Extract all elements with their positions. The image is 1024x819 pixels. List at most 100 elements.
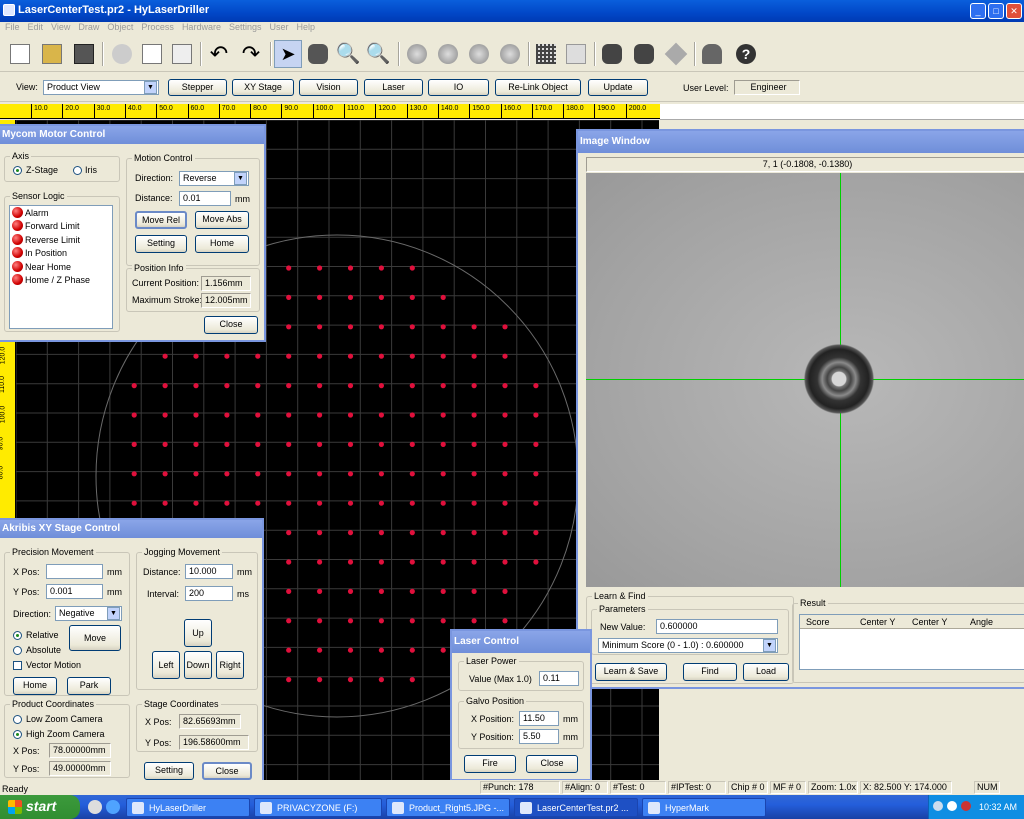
- task-product-image[interactable]: Product_Right5.JPG -...: [386, 798, 510, 817]
- jog-right-button[interactable]: Right: [216, 651, 244, 679]
- menu-object[interactable]: Object: [107, 22, 133, 32]
- hexagon-tool-icon[interactable]: [304, 40, 332, 68]
- menu-user[interactable]: User: [269, 22, 288, 32]
- jog-down-button[interactable]: Down: [184, 651, 212, 679]
- jog-interval-input[interactable]: 200: [185, 586, 233, 601]
- jog-distance-input[interactable]: 10.000: [185, 564, 233, 579]
- distance-input[interactable]: 0.01: [179, 191, 231, 206]
- zoom-out-icon[interactable]: 🔍: [364, 40, 392, 68]
- quicklaunch-desktop-icon[interactable]: [88, 800, 102, 814]
- task-hylaserdriller[interactable]: HyLaserDriller: [126, 798, 250, 817]
- io-button[interactable]: IO: [428, 79, 489, 96]
- laser-value-input[interactable]: 0.11: [539, 671, 579, 686]
- xy-park-button[interactable]: Park: [67, 677, 111, 695]
- task-hypermark[interactable]: HyperMark: [642, 798, 766, 817]
- new-file-icon[interactable]: [6, 40, 34, 68]
- menu-settings[interactable]: Settings: [229, 22, 262, 32]
- stepper-button[interactable]: Stepper: [168, 79, 227, 96]
- menu-file[interactable]: File: [5, 22, 20, 32]
- camera-settings-icon[interactable]: [630, 40, 658, 68]
- galvo-ypos-input[interactable]: 5.50: [519, 729, 559, 744]
- min-score-select[interactable]: Minimum Score (0 - 1.0) : 0.600000 ▼: [598, 638, 778, 653]
- circle-tool-1-icon[interactable]: [403, 40, 431, 68]
- view-select[interactable]: Product View ▼: [43, 80, 159, 95]
- task-lasercentertest[interactable]: LaserCenterTest.pr2 ...: [514, 798, 638, 817]
- select-pointer-icon[interactable]: ➤: [274, 40, 302, 68]
- xy-close-button[interactable]: Close: [202, 762, 252, 780]
- low-zoom-radio[interactable]: [13, 715, 22, 724]
- camera-image[interactable]: [586, 173, 1024, 587]
- find-button[interactable]: Find: [683, 663, 737, 681]
- galvo-xpos-input[interactable]: 11.50: [519, 711, 559, 726]
- jog-up-button[interactable]: Up: [184, 619, 212, 647]
- col-angle[interactable]: Angle: [970, 617, 993, 627]
- motor-close-button[interactable]: Close: [204, 316, 258, 334]
- direction-select[interactable]: Reverse ▼: [179, 171, 249, 186]
- quicklaunch-ie-icon[interactable]: [106, 800, 120, 814]
- redo-icon[interactable]: ↷: [237, 40, 265, 68]
- update-button[interactable]: Update: [588, 79, 648, 96]
- zoom-in-icon[interactable]: 🔍: [334, 40, 362, 68]
- users-icon[interactable]: [698, 40, 726, 68]
- load-button[interactable]: Load: [743, 663, 789, 681]
- xy-direction-select[interactable]: Negative ▼: [55, 606, 122, 621]
- z-stage-radio[interactable]: [13, 166, 22, 175]
- save-icon[interactable]: [70, 40, 98, 68]
- tray-app-icon[interactable]: [947, 801, 957, 811]
- fire-button[interactable]: Fire: [464, 755, 516, 773]
- xy-setting-button[interactable]: Setting: [144, 762, 194, 780]
- drill-point: [409, 471, 415, 477]
- vector-motion-checkbox[interactable]: [13, 661, 22, 670]
- menu-hardware[interactable]: Hardware: [182, 22, 221, 32]
- maximize-button[interactable]: □: [988, 3, 1004, 19]
- move-rel-button[interactable]: Move Rel: [135, 211, 187, 229]
- xy-home-button[interactable]: Home: [13, 677, 57, 695]
- circle-tool-3-icon[interactable]: [465, 40, 493, 68]
- paste-icon[interactable]: [168, 40, 196, 68]
- undo-icon[interactable]: ↶: [205, 40, 233, 68]
- cut-icon[interactable]: [108, 40, 136, 68]
- circle-tool-4-icon[interactable]: [496, 40, 524, 68]
- precision-ypos-input[interactable]: 0.001: [46, 584, 103, 599]
- col-center-y-2[interactable]: Center Y: [912, 617, 947, 627]
- jog-left-button[interactable]: Left: [152, 651, 180, 679]
- menu-draw[interactable]: Draw: [78, 22, 99, 32]
- menu-edit[interactable]: Edit: [28, 22, 44, 32]
- vision-button[interactable]: Vision: [299, 79, 358, 96]
- relink-object-button[interactable]: Re-Link Object: [495, 79, 581, 96]
- drill-point: [224, 353, 230, 359]
- precision-xpos-input[interactable]: [46, 564, 103, 579]
- col-score[interactable]: Score: [806, 617, 830, 627]
- help-icon[interactable]: ?: [732, 40, 760, 68]
- relative-radio[interactable]: [13, 631, 22, 640]
- learn-save-button[interactable]: Learn & Save: [595, 663, 667, 681]
- circle-tool-2-icon[interactable]: [434, 40, 462, 68]
- high-zoom-radio[interactable]: [13, 730, 22, 739]
- minimize-button[interactable]: _: [970, 3, 986, 19]
- menu-help[interactable]: Help: [297, 22, 316, 32]
- col-center-y-1[interactable]: Center Y: [860, 617, 895, 627]
- single-point-icon[interactable]: [562, 40, 590, 68]
- move-abs-button[interactable]: Move Abs: [195, 211, 249, 229]
- move-tool-icon[interactable]: [662, 40, 690, 68]
- copy-icon[interactable]: [138, 40, 166, 68]
- new-value-input[interactable]: 0.600000: [656, 619, 778, 634]
- product-coordinates-label: Product Coordinates: [10, 699, 97, 709]
- iris-radio[interactable]: [73, 166, 82, 175]
- xy-move-button[interactable]: Move: [69, 625, 121, 651]
- close-window-button[interactable]: ✕: [1006, 3, 1022, 19]
- motor-home-button[interactable]: Home: [195, 235, 249, 253]
- laser-close-button[interactable]: Close: [526, 755, 578, 773]
- menu-process[interactable]: Process: [141, 22, 174, 32]
- menu-view[interactable]: View: [51, 22, 70, 32]
- grid-array-icon[interactable]: [532, 40, 560, 68]
- tray-alert-icon[interactable]: [961, 801, 971, 811]
- open-folder-icon[interactable]: [38, 40, 66, 68]
- motor-setting-button[interactable]: Setting: [135, 235, 187, 253]
- laser-button[interactable]: Laser: [364, 79, 423, 96]
- task-privacyzone[interactable]: PRIVACYZONE (F:): [254, 798, 382, 817]
- tray-network-icon[interactable]: [933, 801, 943, 811]
- absolute-radio[interactable]: [13, 646, 22, 655]
- xy-stage-button[interactable]: XY Stage: [232, 79, 294, 96]
- camera-icon[interactable]: [598, 40, 626, 68]
